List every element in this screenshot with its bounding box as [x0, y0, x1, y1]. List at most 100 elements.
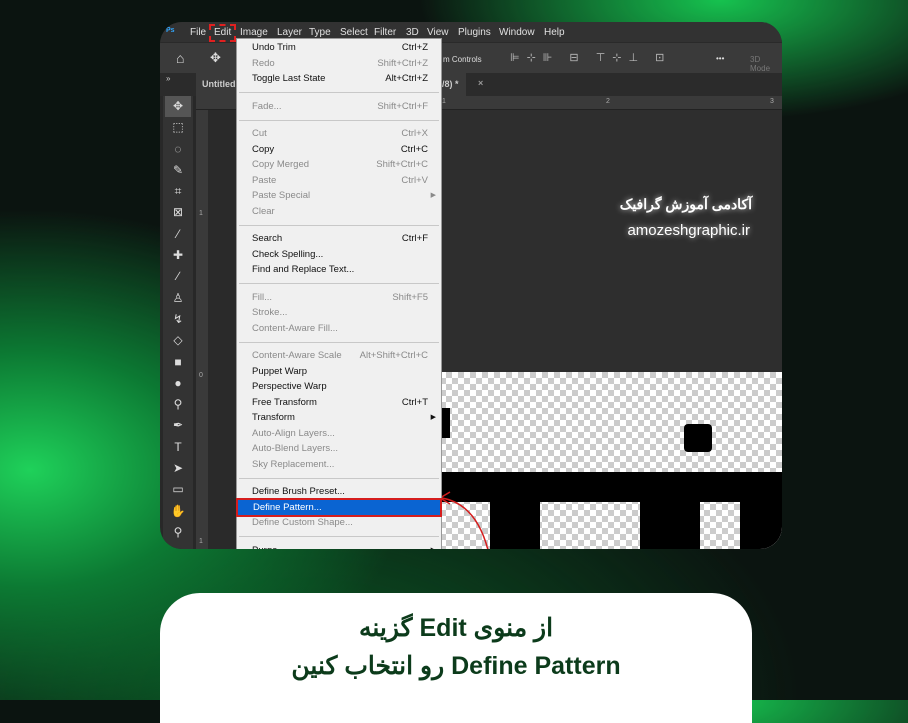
brush-icon[interactable]: ∕ — [163, 266, 193, 287]
frame-icon[interactable]: ⊠ — [163, 202, 193, 223]
menu-item-auto-align-layers[interactable]: Auto-Align Layers... — [237, 426, 441, 442]
menu-separator — [237, 472, 441, 484]
menu-select[interactable]: Select — [340, 27, 368, 38]
menu-item-copy-merged[interactable]: Copy Merged Shift+Ctrl+C — [237, 157, 441, 173]
menu-item-label: Cut — [252, 128, 267, 139]
annotation-arrow — [438, 491, 489, 549]
menu-separator — [237, 531, 441, 543]
menu-item-transform[interactable]: Transform ▶ — [237, 410, 441, 426]
document-dark-area: آکادمی آموزش گرافیک amozeshgraphic.ir — [440, 110, 782, 372]
dodge-icon[interactable]: ⚲ — [163, 394, 193, 415]
menu-item-label: Paste — [252, 174, 277, 186]
menu-item-label: Free Transform — [252, 396, 317, 408]
menu-item-label: Puppet Warp — [252, 365, 308, 377]
menu-item-fade[interactable]: Fade... Shift+Ctrl+F — [237, 99, 441, 115]
hand-icon[interactable]: ✋ — [163, 501, 193, 522]
menu-item-check-spelling[interactable]: Check Spelling... — [237, 247, 441, 263]
eraser-icon[interactable]: ◇ — [163, 330, 193, 351]
align-icons[interactable]: ⊫⊹⊪ ⊟ ⊤⊹⊥ ⊡ — [510, 51, 671, 64]
history-brush-icon[interactable]: ↯ — [163, 309, 193, 330]
glyph-shape — [740, 472, 782, 549]
menu-file[interactable]: File — [190, 27, 206, 38]
menu-item-purge[interactable]: Purge ▶ — [237, 543, 441, 550]
collapse-panel-icon[interactable]: » — [166, 74, 170, 83]
menu-item-paste[interactable]: Paste Ctrl+V — [237, 173, 441, 189]
move-tool-icon[interactable]: ✥ — [210, 50, 221, 66]
menu-item-shortcut: Ctrl+F — [401, 233, 428, 244]
quick-select-icon[interactable]: ✎ — [163, 160, 193, 181]
menu-item-perspective-warp[interactable]: Perspective Warp — [237, 379, 441, 395]
menu-item-search[interactable]: Search Ctrl+F — [237, 231, 441, 247]
ruler-label: 1 — [199, 210, 203, 217]
photoshop-logo: Ps — [166, 27, 175, 34]
more-options-button[interactable]: ••• — [716, 54, 724, 63]
menu-item-label: Toggle Last State — [252, 73, 326, 84]
menu-item-stroke[interactable]: Stroke... — [237, 305, 441, 321]
zoom-icon[interactable]: ⚲ — [163, 522, 193, 543]
transform-controls-label[interactable]: m Controls — [443, 55, 482, 64]
menu-item-clear[interactable]: Clear — [237, 204, 441, 220]
menu-separator — [237, 278, 441, 290]
menu-item-sky-replacement[interactable]: Sky Replacement... — [237, 457, 441, 473]
tab-suffix: /8) * — [442, 79, 459, 89]
menu-item-undo-trim[interactable]: Undo Trim Ctrl+Z — [237, 40, 441, 56]
type-icon[interactable]: T — [163, 437, 193, 458]
menu-item-define-custom-shape[interactable]: Define Custom Shape... — [237, 515, 441, 531]
menu-item-label: Fill... — [252, 291, 273, 303]
menu-item-label: Clear — [252, 205, 275, 217]
menu-help[interactable]: Help — [544, 27, 565, 38]
stamp-icon[interactable]: ♙ — [163, 288, 193, 309]
healing-icon[interactable]: ✚ — [163, 245, 193, 266]
rectangle-icon[interactable]: ▭ — [163, 479, 193, 500]
menu-item-auto-blend-layers[interactable]: Auto-Blend Layers... — [237, 441, 441, 457]
blur-icon[interactable]: ● — [163, 373, 193, 394]
menu-item-label: Perspective Warp — [252, 381, 327, 392]
menu-item-paste-special[interactable]: Paste Special ▶ — [237, 188, 441, 204]
caption-line-1: از منوی Edit گزینه — [358, 614, 554, 642]
marquee-icon[interactable]: ⬚ — [163, 117, 193, 138]
menu-item-define-brush-preset[interactable]: Define Brush Preset... — [237, 484, 441, 500]
close-tab-icon[interactable]: × — [478, 78, 483, 88]
submenu-arrow-icon: ▶ — [431, 543, 436, 550]
menu-item-cut[interactable]: Cut Ctrl+X — [237, 126, 441, 142]
menu-item-label: Auto-Blend Layers... — [252, 443, 339, 454]
menu-plugins[interactable]: Plugins — [458, 27, 491, 38]
menu-item-define-pattern[interactable]: Define Pattern... — [236, 497, 442, 517]
menu-item-label: Purge — [252, 545, 277, 550]
menu-3d[interactable]: 3D — [406, 27, 419, 38]
menu-item-toggle-last-state[interactable]: Toggle Last State Alt+Ctrl+Z — [237, 71, 441, 87]
ruler-label: 3 — [770, 98, 774, 105]
menu-item-label: Define Brush Preset... — [252, 486, 345, 497]
menu-item-shortcut: Alt+Shift+Ctrl+C — [359, 350, 428, 361]
menu-item-redo[interactable]: Redo Shift+Ctrl+Z — [237, 56, 441, 72]
menu-item-copy[interactable]: Copy Ctrl+C — [237, 142, 441, 158]
tools-panel: ✥ ⬚ ◌ ✎ ⌗ ⊠ ⁄ ✚ ∕ ♙ ↯ ◇ ■ ● ⚲ ✒ T ➤ ▭ ✋ ⚲ — [163, 96, 193, 549]
menu-item-free-transform[interactable]: Free Transform Ctrl+T — [237, 395, 441, 411]
submenu-arrow-icon: ▶ — [430, 414, 436, 421]
menu-item-puppet-warp[interactable]: Puppet Warp — [237, 364, 441, 380]
edit-annotation-box — [209, 24, 236, 42]
menu-item-content-aware-scale[interactable]: Content-Aware Scale Alt+Shift+Ctrl+C — [237, 348, 441, 364]
menu-item-shortcut: Shift+Ctrl+F — [377, 100, 428, 112]
menu-item-content-aware-fill[interactable]: Content-Aware Fill... — [237, 321, 441, 337]
menu-item-fill[interactable]: Fill... Shift+F5 — [237, 290, 441, 306]
menu-view[interactable]: View — [427, 27, 449, 38]
menu-type[interactable]: Type — [309, 27, 331, 38]
menu-item-shortcut: Ctrl+T — [401, 396, 428, 408]
lasso-icon[interactable]: ◌ — [163, 139, 193, 160]
pen-icon[interactable]: ✒ — [163, 415, 193, 436]
home-icon[interactable]: ⌂ — [176, 50, 184, 66]
menu-filter[interactable]: Filter — [374, 27, 396, 38]
menu-layer[interactable]: Layer — [277, 27, 302, 38]
path-select-icon[interactable]: ➤ — [163, 458, 193, 479]
gradient-icon[interactable]: ■ — [163, 352, 193, 373]
menu-item-label: Auto-Align Layers... — [252, 427, 335, 439]
ruler-label: 1 — [199, 538, 203, 545]
menu-image[interactable]: Image — [240, 27, 268, 38]
menu-window[interactable]: Window — [499, 27, 535, 38]
menu-item-find-and-replace-text[interactable]: Find and Replace Text... — [237, 262, 441, 278]
move-icon[interactable]: ✥ — [165, 96, 191, 118]
menu-item-label: Copy Merged — [252, 159, 310, 170]
eyedropper-icon[interactable]: ⁄ — [163, 224, 193, 245]
crop-icon[interactable]: ⌗ — [163, 181, 193, 202]
